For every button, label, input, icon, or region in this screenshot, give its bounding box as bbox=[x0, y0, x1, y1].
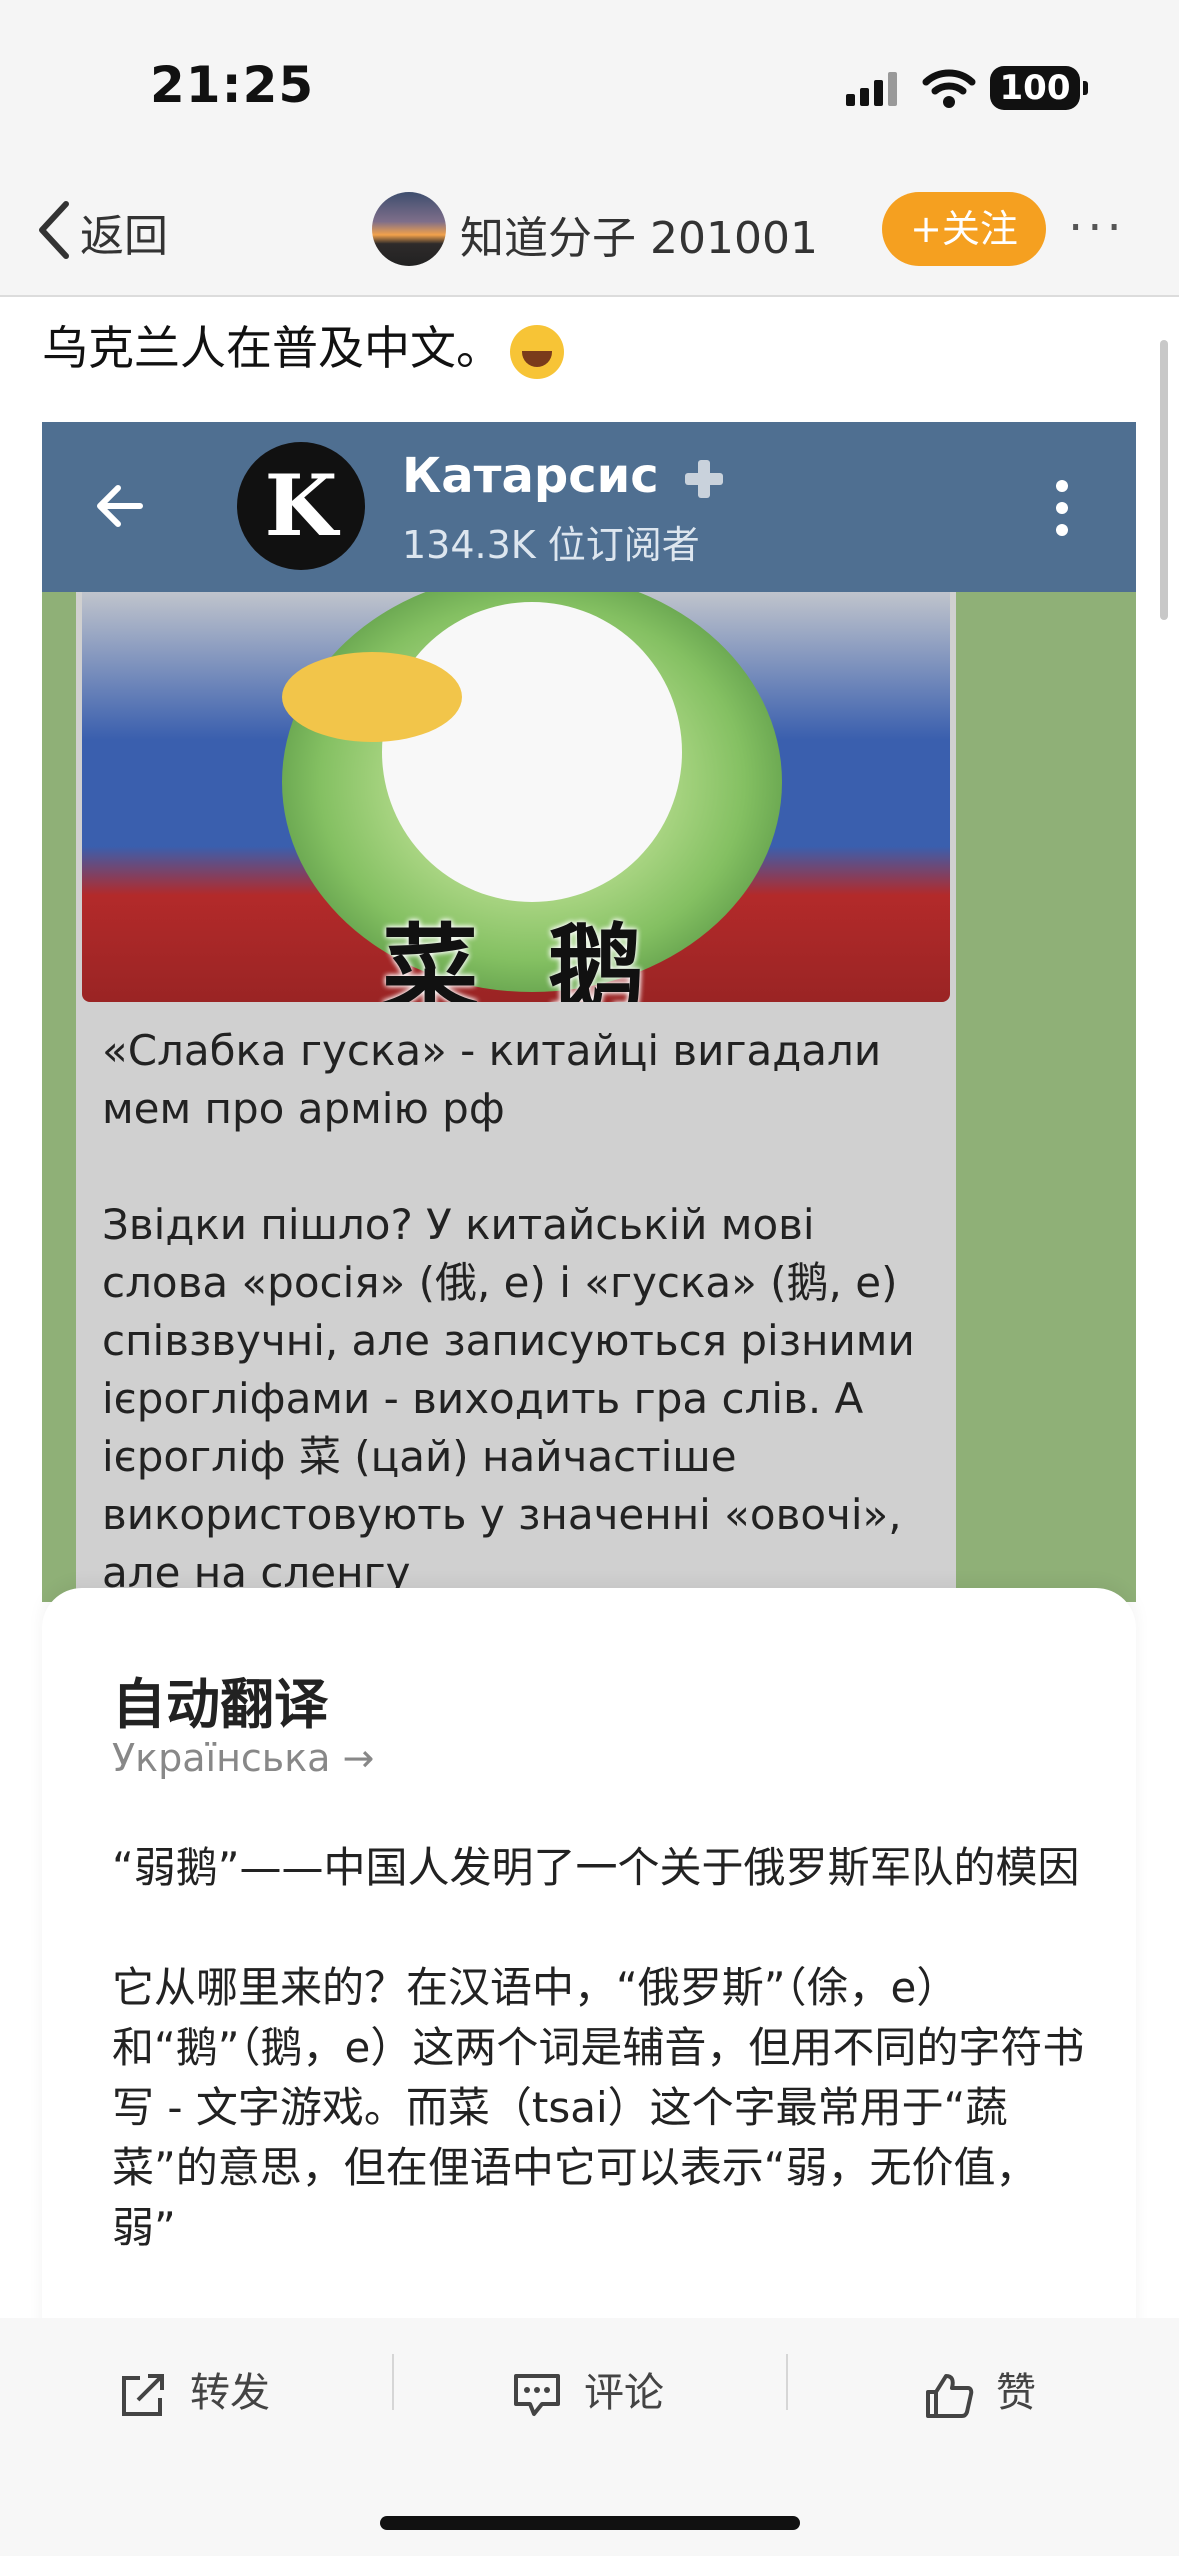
channel-logo: K bbox=[237, 442, 365, 570]
post-image[interactable]: K Катарсис 134.3K 位订阅者 菜鹅 «Слабка гуска»… bbox=[42, 422, 1136, 1602]
chevron-left-icon[interactable] bbox=[34, 200, 74, 260]
translation-title: 自动翻译 bbox=[112, 1673, 328, 1736]
wifi-icon bbox=[922, 69, 976, 108]
source-language-link[interactable]: Українська → bbox=[112, 1736, 374, 1780]
goose-beak bbox=[282, 652, 462, 742]
comment-button[interactable]: 评论 bbox=[512, 2360, 664, 2418]
translation-text: “弱鹅”——中国人发明了一个关于俄罗斯军队的模因 它从哪里来的？在汉语中，“俄罗… bbox=[112, 1843, 1085, 2252]
meme-image: 菜鹅 bbox=[82, 592, 950, 1002]
battery-indicator: 100 bbox=[990, 66, 1088, 110]
comment-label: 评论 bbox=[584, 2370, 664, 2416]
page-title[interactable]: 知道分子 201001 bbox=[460, 202, 818, 266]
like-button[interactable]: 赞 bbox=[924, 2360, 1036, 2418]
avatar[interactable] bbox=[372, 192, 446, 266]
subscriber-count: 134.3K 位订阅者 bbox=[402, 523, 700, 567]
meme-caption: 菜鹅 bbox=[382, 914, 714, 1002]
share-icon bbox=[122, 2374, 164, 2416]
back-button[interactable]: 返回 bbox=[80, 200, 168, 264]
status-time: 21:25 bbox=[150, 56, 315, 114]
more-button[interactable]: ··· bbox=[1068, 200, 1126, 256]
cellular-signal-icon bbox=[846, 72, 897, 106]
status-bar: 21:25 100 bbox=[0, 0, 1179, 170]
laughing-emoji-icon bbox=[510, 324, 564, 379]
comment-icon bbox=[514, 2374, 560, 2416]
like-label: 赞 bbox=[996, 2370, 1036, 2416]
post-text: 乌克兰人在普及中文。 bbox=[42, 312, 564, 379]
goose-illustration bbox=[382, 602, 682, 902]
translation-panel: 自动翻译 Українська → “弱鹅”——中国人发明了一个关于俄罗斯军队的… bbox=[42, 1588, 1136, 2348]
home-indicator[interactable] bbox=[380, 2516, 800, 2530]
repost-button[interactable]: 转发 bbox=[118, 2360, 270, 2418]
repost-label: 转发 bbox=[190, 2370, 270, 2416]
scrollbar[interactable] bbox=[1160, 340, 1168, 620]
thumbs-up-icon bbox=[926, 2374, 974, 2418]
plus-icon bbox=[685, 460, 724, 498]
bottom-action-bar: 转发 评论 赞 bbox=[0, 2318, 1179, 2556]
follow-button[interactable]: +关注 bbox=[882, 192, 1046, 266]
divider bbox=[786, 2354, 788, 2410]
nav-bar: 返回 知道分子 201001 +关注 ··· bbox=[0, 170, 1179, 297]
message-text: «Слабка гуска» - китайці вигадали мем пр… bbox=[102, 1026, 915, 1597]
channel-name: Катарсис bbox=[402, 448, 725, 504]
post-text-content: 乌克兰人在普及中文。 bbox=[42, 321, 502, 375]
divider bbox=[392, 2354, 394, 2410]
arrow-left-icon bbox=[97, 485, 143, 527]
kebab-menu-icon bbox=[1056, 480, 1068, 536]
channel-name-text: Катарсис bbox=[402, 448, 659, 504]
telegram-header: K Катарсис 134.3K 位订阅者 bbox=[42, 422, 1136, 592]
